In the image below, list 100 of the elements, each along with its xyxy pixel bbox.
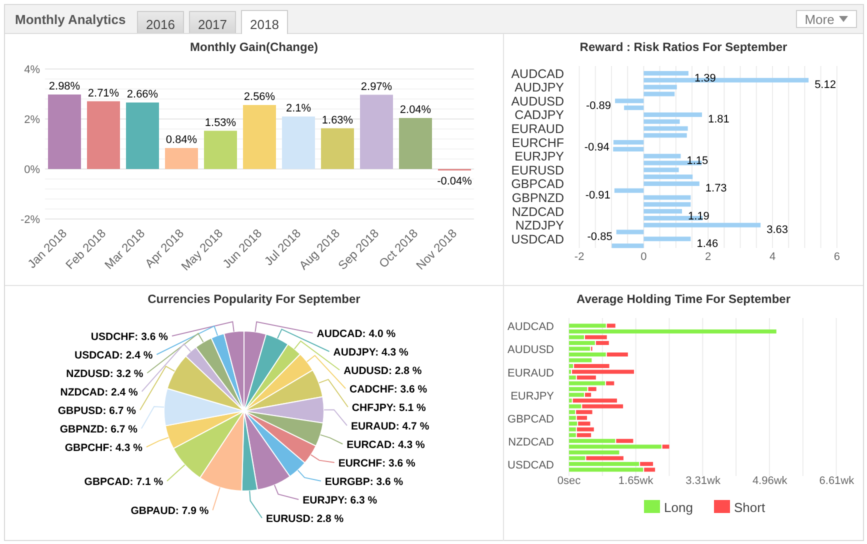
chart-title: Currencies Popularity For September	[148, 292, 360, 306]
axis-label: EURJPY	[514, 150, 564, 164]
leader-line	[274, 484, 300, 500]
slice-label: EURJPY: 6.3 %	[302, 494, 378, 506]
slice-label: AUDUSD: 2.8 %	[344, 365, 422, 377]
slice-label: NZDUSD: 3.2 %	[66, 368, 144, 380]
bar	[614, 188, 644, 193]
value-label: 2.56%	[244, 91, 276, 103]
bar	[644, 195, 691, 200]
value-label: 3.63	[766, 224, 788, 236]
axis-label: AUDUSD	[511, 94, 564, 108]
value-label: 2.98%	[48, 80, 80, 92]
caret-icon	[839, 16, 848, 22]
bar	[399, 118, 432, 169]
bar	[612, 244, 644, 248]
bar	[644, 209, 682, 214]
axis-label: -2%	[20, 214, 40, 226]
bar	[624, 106, 644, 110]
axis-label: 4	[769, 251, 776, 263]
value-label: 1.46	[696, 238, 718, 250]
slice-label: USDCAD: 2.4 %	[74, 350, 153, 362]
value-label: 2.66%	[126, 88, 158, 100]
bar	[204, 130, 237, 169]
slice-label: EURAUD: 4.7 %	[350, 420, 430, 432]
slice-label: USDCHF: 3.6 %	[90, 331, 168, 343]
slice-label: CADCHF: 3.6 %	[350, 384, 428, 396]
bar	[613, 146, 644, 152]
value-label: -0.94	[584, 141, 610, 154]
slice-label: GBPUSD: 6.7 %	[58, 405, 136, 417]
axis-label: EURCHF	[512, 136, 564, 150]
leader-line	[249, 490, 262, 518]
slice-label: GBPCAD: 7.1 %	[84, 476, 164, 488]
axis-label: GBPCAD	[511, 177, 564, 192]
axis-label: 4%	[24, 64, 40, 76]
bar	[282, 116, 315, 169]
bar	[644, 126, 688, 131]
axis-label: 1.65wk	[618, 475, 654, 487]
axis-label: USDCAD	[511, 232, 564, 246]
value-label: 1.19	[688, 210, 710, 222]
bar	[321, 128, 354, 169]
value-label: -0.89	[586, 100, 612, 112]
slice-label: AUDJPY: 4.3 %	[333, 346, 408, 358]
axis-label: 6.61wk	[819, 475, 854, 487]
bar	[644, 154, 681, 158]
axis-label: NZDJPY	[515, 218, 564, 233]
bar	[644, 236, 691, 242]
year-tab[interactable]: 2018	[241, 10, 288, 34]
axis-label: AUDCAD	[511, 66, 564, 81]
axis-label: GBPNZD	[512, 191, 564, 205]
bar	[613, 140, 644, 145]
value-label: 1.39	[694, 72, 716, 84]
bar	[569, 358, 592, 362]
value-label: 1.81	[708, 114, 730, 126]
bar	[616, 230, 644, 234]
axis-label: USDCAD	[508, 459, 554, 472]
slice-label: EURGBP: 3.6 %	[324, 476, 404, 488]
slice-label: CHFJPY: 5.1 %	[352, 402, 426, 414]
axis-label: NZDCAD	[512, 204, 564, 219]
axis-label: 4.96wk	[752, 475, 788, 487]
bar	[644, 119, 680, 124]
leader-line	[324, 409, 348, 426]
slice-label: AUDCAD: 4.0 %	[316, 328, 396, 340]
bar	[644, 92, 675, 96]
slice-label: GBPAUD: 7.9 %	[130, 505, 209, 518]
leader-line	[297, 470, 322, 482]
value-label: -0.85	[587, 231, 612, 243]
chart-title: Average Holding Time For September	[576, 292, 791, 306]
legend-label: Short	[734, 500, 766, 515]
bar	[615, 98, 644, 104]
value-label: 1.63%	[322, 114, 354, 126]
value-label: 0.84%	[166, 134, 198, 146]
value-label: -0.04%	[437, 176, 472, 188]
more-button[interactable]: More	[796, 10, 857, 28]
leader-line	[318, 378, 348, 408]
value-label: 2.1%	[286, 102, 312, 114]
axis-label: NZDCAD	[508, 436, 554, 448]
bar	[126, 102, 159, 169]
axis-label: CADJPY	[514, 108, 564, 122]
year-tab[interactable]: 2016	[137, 11, 184, 33]
axis-label: 2%	[24, 114, 40, 126]
leader-line	[310, 454, 335, 463]
bar	[644, 202, 691, 207]
value-label: 1.73	[705, 182, 727, 195]
chart-title: Reward : Risk Ratios For September	[580, 40, 788, 54]
axis-label: EURAUD	[511, 122, 564, 136]
axis-label: 0%	[24, 164, 40, 176]
bar	[644, 174, 693, 180]
slice-label: GBPNZD: 6.7 %	[60, 424, 138, 436]
axis-label: EURUSD	[511, 163, 564, 178]
axis-label: EURJPY	[510, 390, 554, 402]
axis-label: EURAUD	[508, 367, 554, 380]
leader-line	[212, 486, 220, 511]
slice-label: EURUSD: 2.8 %	[266, 513, 344, 525]
value-label: 2.97%	[360, 80, 392, 93]
bar	[243, 105, 276, 169]
year-tab[interactable]: 2017	[189, 11, 236, 33]
axis-label: 3.31wk	[686, 475, 720, 487]
value-label: 2.04%	[400, 104, 432, 116]
bar	[644, 71, 688, 76]
slice-label: NZDCAD: 2.4 %	[60, 386, 138, 398]
